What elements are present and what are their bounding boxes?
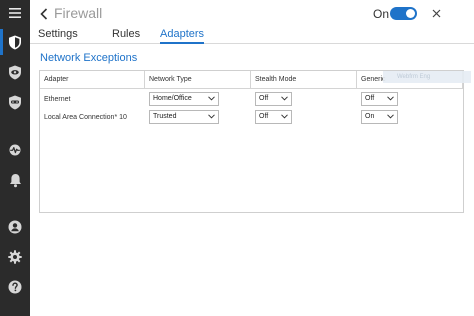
page-title: Firewall <box>54 5 103 21</box>
chevron-down-icon <box>208 114 215 119</box>
shield-eye-icon <box>9 65 21 79</box>
tab-bar: Settings Rules Adapters <box>30 28 474 44</box>
drag-ghost-tooltip: Webfrm Eng <box>383 71 471 83</box>
row-2-adapter: Local Area Connection* 10 <box>44 114 127 121</box>
row-1-generic-value: Off <box>365 95 375 102</box>
section-title: Network Exceptions <box>40 52 138 64</box>
tab-settings[interactable]: Settings <box>38 28 78 44</box>
row-2-stealth-mode-value: Off <box>259 113 269 120</box>
firewall-toggle[interactable] <box>390 7 417 20</box>
header: Firewall On <box>30 0 474 28</box>
firewall-toggle-label: On <box>373 7 390 21</box>
account-icon <box>8 220 22 234</box>
row-2-generic-value: On <box>365 113 375 120</box>
bell-icon <box>9 173 21 187</box>
close-button[interactable] <box>430 6 442 20</box>
chevron-down-icon <box>387 114 394 119</box>
help-icon <box>8 280 22 294</box>
chevron-down-icon <box>281 96 288 101</box>
column-header-network-type: Network Type <box>145 71 251 89</box>
active-indicator <box>0 29 3 55</box>
row-1-generic-select[interactable]: Off <box>361 92 398 106</box>
row-2-stealth-mode-select[interactable]: Off <box>255 110 292 124</box>
sidebar-item-help[interactable] <box>0 274 30 300</box>
chevron-down-icon <box>387 96 394 101</box>
shield-mask-icon <box>9 95 21 109</box>
row-1-stealth-mode-value: Off <box>259 95 269 102</box>
sidebar-item-settings[interactable] <box>0 244 30 270</box>
row-1-network-type-select[interactable]: Home/Office <box>149 92 219 106</box>
adapters-table: Adapter Network Type Stealth Mode Generi… <box>39 70 464 213</box>
chevron-left-icon <box>40 8 48 20</box>
close-icon <box>432 9 440 17</box>
sidebar <box>0 0 30 316</box>
column-header-stealth-mode: Stealth Mode <box>251 71 357 89</box>
back-button[interactable] <box>37 5 51 23</box>
row-1-stealth-mode-select[interactable]: Off <box>255 92 292 106</box>
column-header-adapter: Adapter <box>40 71 145 89</box>
chevron-down-icon <box>281 114 288 119</box>
gear-icon <box>8 250 22 264</box>
chevron-down-icon <box>208 96 215 101</box>
sidebar-item-activity[interactable] <box>0 137 30 163</box>
row-2-network-type-value: Trusted <box>153 113 177 120</box>
sidebar-menu-button[interactable] <box>0 0 30 26</box>
row-1-network-type-value: Home/Office <box>153 95 192 102</box>
row-2-generic-select[interactable]: On <box>361 110 398 124</box>
shield-icon <box>9 35 21 49</box>
toggle-knob <box>406 9 415 18</box>
menu-icon <box>9 8 21 18</box>
row-1-adapter: Ethernet <box>44 96 71 103</box>
sidebar-item-privacy[interactable] <box>0 89 30 115</box>
sidebar-item-identity[interactable] <box>0 59 30 85</box>
tab-adapters[interactable]: Adapters <box>160 28 205 44</box>
row-2-network-type-select[interactable]: Trusted <box>149 110 219 124</box>
tab-rules[interactable]: Rules <box>112 28 140 44</box>
sidebar-item-firewall[interactable] <box>0 29 30 55</box>
pulse-icon <box>9 144 21 156</box>
sidebar-item-notifications[interactable] <box>0 167 30 193</box>
sidebar-item-account[interactable] <box>0 214 30 240</box>
